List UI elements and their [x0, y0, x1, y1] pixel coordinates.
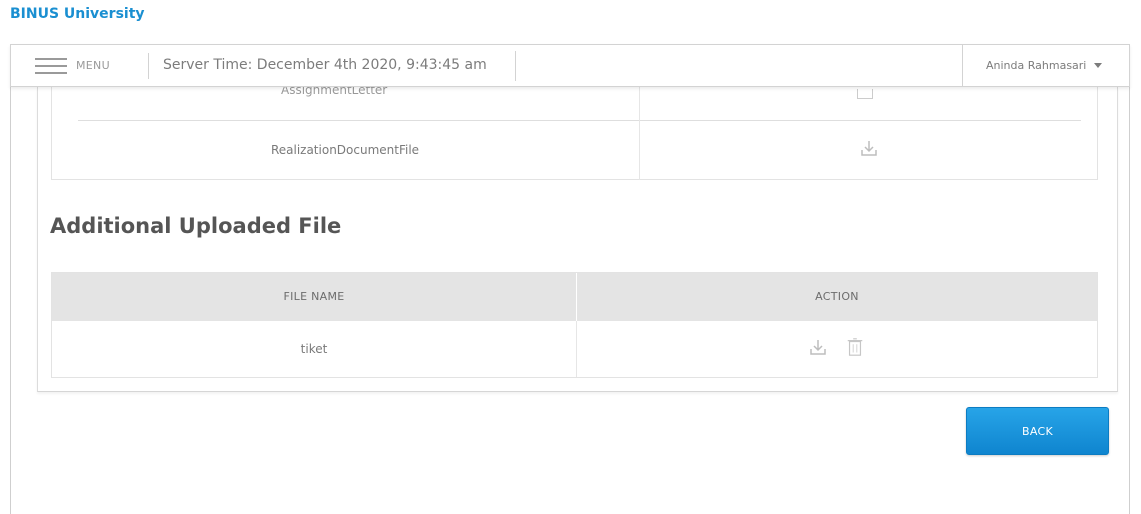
documents-table-row: AssignmentLetter [51, 87, 1098, 120]
user-name: Aninda Rahmasari [986, 59, 1087, 72]
menu-label: MENU [76, 59, 110, 72]
divider [515, 51, 516, 81]
download-icon[interactable] [808, 338, 828, 358]
top-bar: MENU Server Time: December 4th 2020, 9:4… [10, 44, 1130, 87]
table-header: FILE NAME ACTION [52, 273, 1097, 321]
menu-button[interactable]: MENU [11, 45, 147, 86]
divider [962, 45, 963, 86]
download-icon[interactable] [859, 139, 879, 159]
section-title: Additional Uploaded File [50, 214, 342, 238]
chevron-down-icon [1094, 63, 1103, 68]
file-name-cell: tiket [300, 342, 328, 356]
divider [576, 321, 577, 377]
server-time: Server Time: December 4th 2020, 9:43:45 … [163, 57, 487, 73]
hamburger-icon [35, 57, 67, 74]
divider [148, 53, 149, 79]
document-name: RealizationDocumentFile [270, 143, 420, 157]
trash-icon[interactable] [845, 337, 865, 357]
brand-logo: BINUS University [10, 6, 145, 22]
back-button[interactable]: BACK [966, 407, 1109, 455]
divider [639, 87, 640, 180]
additional-files-table: FILE NAME ACTION tiket [51, 272, 1098, 378]
divider [78, 120, 1081, 121]
column-header-action: ACTION [815, 290, 859, 303]
download-icon[interactable] [857, 89, 873, 99]
document-name: AssignmentLetter [281, 87, 388, 97]
column-header-file-name: FILE NAME [283, 290, 345, 303]
user-menu[interactable]: Aninda Rahmasari [986, 45, 1103, 86]
